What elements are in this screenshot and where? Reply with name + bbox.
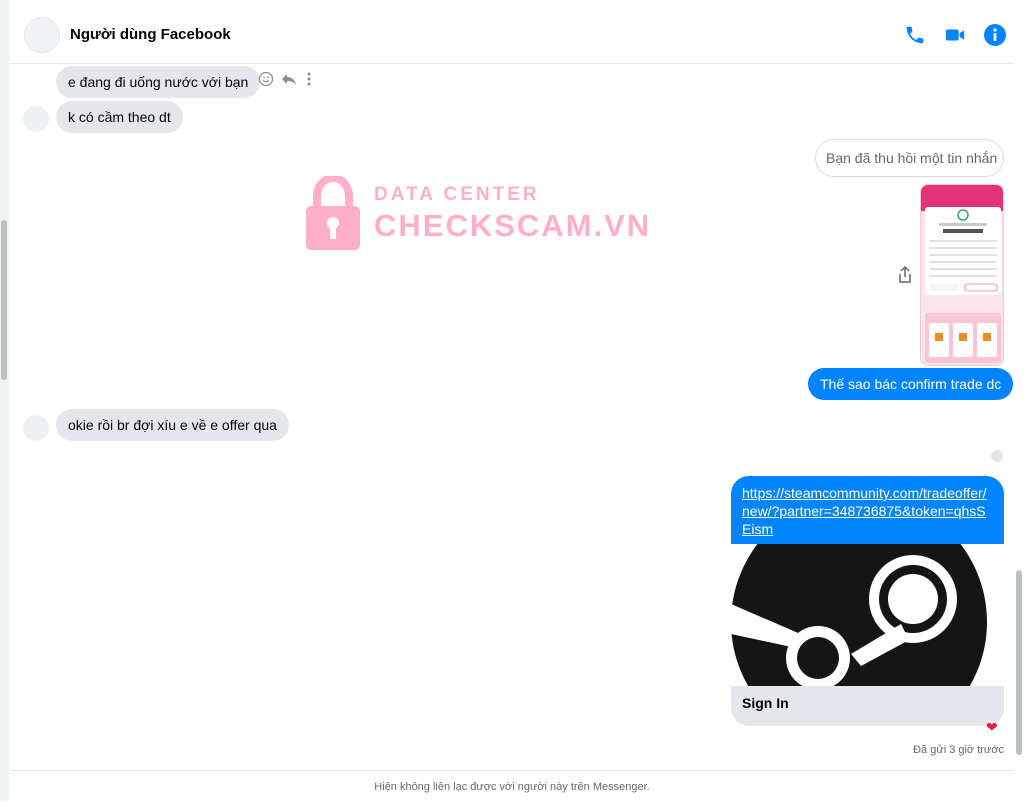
incoming-message[interactable]: okie rồi br đợi xíu e về e offer qua — [56, 409, 289, 441]
info-button[interactable] — [982, 22, 1008, 48]
seen-indicator — [991, 450, 1003, 462]
footer-notice: Hiện không liên lạc được với người này t… — [10, 770, 1014, 801]
heart-reaction-icon[interactable]: ❤ — [986, 719, 998, 736]
link-preview-card[interactable]: https://steamcommunity.com/tradeoffer/ne… — [731, 476, 1004, 726]
watermark-line2: CHECKSCAM.VN — [374, 208, 652, 243]
left-scrollbar[interactable] — [0, 0, 9, 801]
contact-name[interactable]: Người dùng Facebook — [70, 26, 231, 43]
steam-logo-icon — [731, 544, 1004, 686]
recalled-message: Bạn đã thu hồi một tin nhắn — [815, 139, 1004, 177]
video-icon — [945, 29, 965, 40]
share-icon — [899, 265, 911, 283]
link-url[interactable]: https://steamcommunity.com/tradeoffer/ne… — [731, 476, 1004, 544]
watermark: DATA CENTER CHECKSCAM.VN — [304, 176, 651, 252]
phone-icon — [906, 26, 924, 43]
header-actions — [902, 22, 1008, 48]
incoming-message[interactable]: e đang đi uống nước với bạn — [56, 66, 261, 98]
left-scroll-thumb[interactable] — [1, 220, 7, 380]
chat-header: Người dùng Facebook — [10, 6, 1014, 64]
share-button[interactable] — [897, 265, 913, 289]
padlock-icon — [306, 176, 360, 250]
emoji-react-icon[interactable] — [258, 71, 274, 87]
image-attachment[interactable] — [920, 184, 1004, 366]
link-preview-image[interactable] — [731, 544, 1004, 686]
payment-screenshot-thumbnail — [921, 185, 1003, 365]
reply-icon[interactable] — [280, 71, 298, 87]
info-icon — [984, 23, 1006, 46]
avatar[interactable] — [23, 415, 49, 441]
right-scroll-thumb[interactable] — [1016, 570, 1022, 755]
message-actions — [258, 71, 314, 87]
sent-status: Đã gửi 3 giờ trước — [913, 744, 1004, 756]
watermark-line1: DATA CENTER — [374, 184, 540, 205]
more-options-icon[interactable] — [304, 71, 314, 87]
avatar[interactable] — [23, 106, 49, 132]
link-title[interactable]: Sign In — [731, 686, 1004, 720]
incoming-message[interactable]: k có cầm theo dt — [56, 101, 183, 133]
avatar[interactable] — [24, 16, 60, 53]
right-scrollbar[interactable] — [1014, 0, 1024, 801]
call-button[interactable] — [902, 22, 928, 48]
video-call-button[interactable] — [942, 22, 968, 48]
outgoing-message[interactable]: Thế sao bác confirm trade dc — [808, 368, 1014, 400]
